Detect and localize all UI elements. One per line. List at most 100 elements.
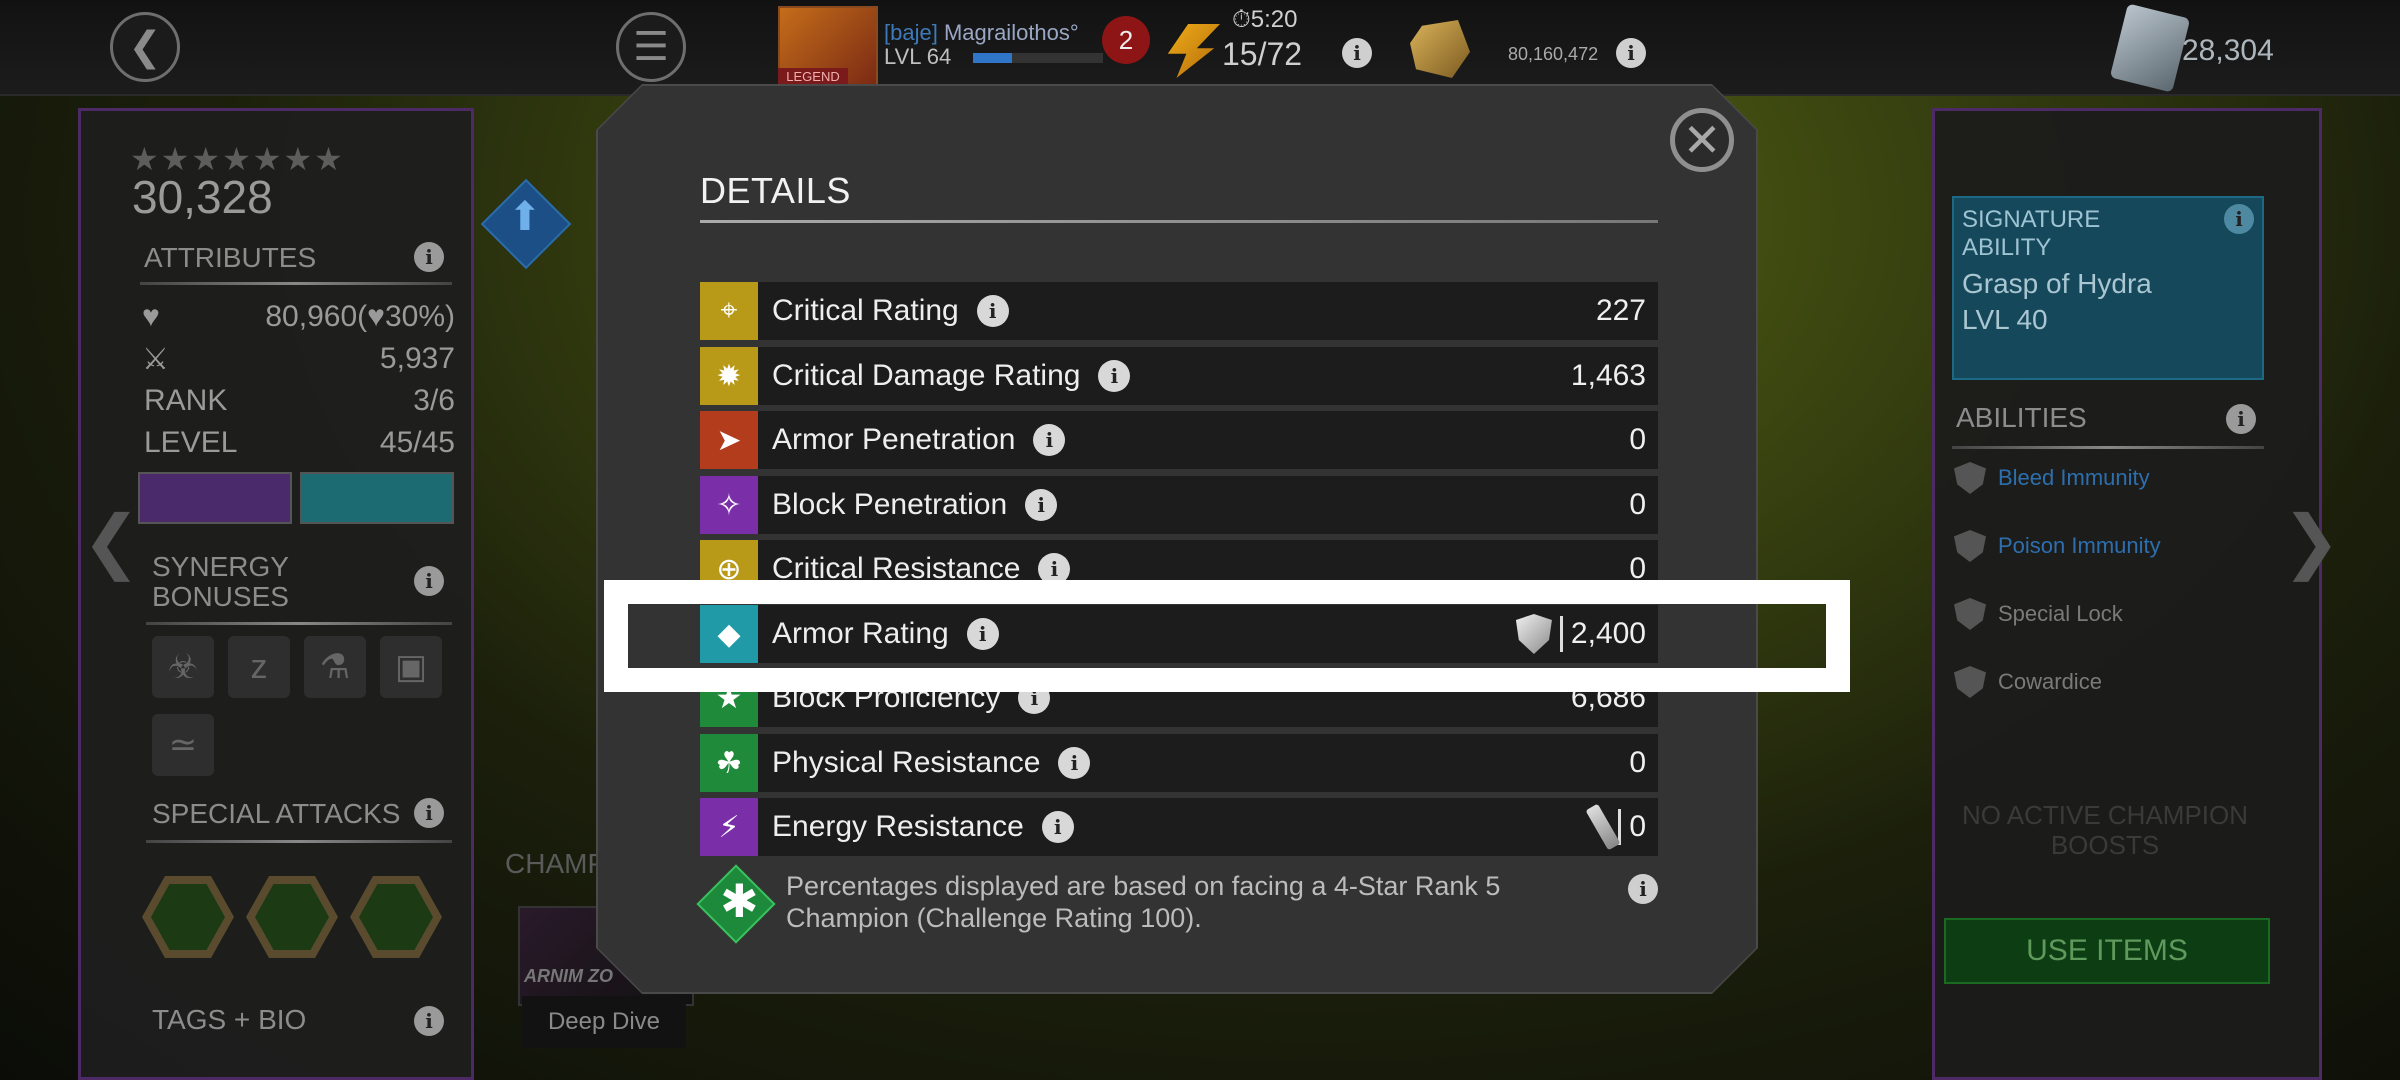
dna-synergy-icon[interactable]: ≃: [152, 714, 214, 776]
ability-icon: [1954, 462, 1986, 494]
signature-level: LVL 40: [1962, 304, 2048, 335]
synergy-title: SYNERGY BONUSES: [152, 551, 289, 612]
stat-value: 0: [1585, 803, 1646, 851]
ability-item[interactable]: Bleed Immunity: [1954, 462, 2150, 494]
stat-info-icon[interactable]: i: [976, 295, 1009, 327]
prev-champion-arrow-icon[interactable]: ❮: [82, 500, 141, 582]
stat-row: ✹ Critical Damage Rating i 1,463: [700, 347, 1658, 405]
close-icon[interactable]: ✕: [1670, 108, 1734, 172]
champions-label: CHAMP: [505, 848, 607, 879]
stat-number: 227: [1595, 294, 1646, 327]
details-divider: [700, 220, 1658, 223]
stat-value: 227: [1596, 294, 1646, 328]
special-attacks-info-icon[interactable]: i: [414, 798, 444, 828]
ability-icon: [1954, 666, 1986, 698]
special-attacks-title: SPECIAL ATTACKS: [152, 798, 401, 829]
stat-value: 1,463: [1571, 359, 1646, 393]
signature-title: SIGNATURE ABILITY: [1962, 206, 2101, 261]
abilities-title: ABILITIES: [1956, 402, 2087, 433]
energy-timer: ⏱5:20: [1232, 6, 1298, 33]
ability-label: Special Lock: [1998, 601, 2123, 626]
stat-value: 0: [1629, 746, 1646, 780]
stat-info-icon[interactable]: i: [1025, 489, 1058, 521]
attack-value: 5,937: [379, 342, 455, 375]
synergy-info-icon[interactable]: i: [414, 566, 444, 596]
divider: [140, 282, 452, 285]
ability-icon: [1954, 598, 1986, 630]
burst-icon: ✹: [700, 347, 758, 405]
flask-synergy-icon[interactable]: ⚗: [304, 636, 366, 698]
level-label: LEVEL: [144, 426, 238, 459]
tags-info-icon[interactable]: i: [414, 1006, 444, 1036]
health-value: 80,960(♥30%): [265, 300, 455, 333]
physical-resist-icon: ☘: [700, 734, 758, 792]
stat-info-icon[interactable]: i: [1041, 811, 1074, 843]
stat-info-icon[interactable]: i: [1058, 747, 1091, 779]
signature-info-icon[interactable]: i: [2224, 204, 2254, 234]
health-icon: ♥: [142, 300, 160, 333]
footnote-text: Percentages displayed are based on facin…: [786, 871, 1501, 933]
stat-value: 0: [1629, 488, 1646, 522]
stat-row: ☘ Physical Resistance i 0: [700, 734, 1658, 792]
xp-fill: [973, 53, 1012, 63]
xp-bar: [973, 53, 1103, 63]
menu-button[interactable]: ☰: [616, 12, 686, 82]
class-tile-mystic[interactable]: [138, 472, 292, 524]
footnote-info-icon[interactable]: i: [1628, 874, 1658, 904]
deep-dive-button[interactable]: Deep Dive: [522, 996, 686, 1048]
attributes-info-icon[interactable]: i: [414, 242, 444, 272]
stat-info-icon[interactable]: i: [1098, 360, 1131, 392]
divider: [1952, 446, 2264, 449]
gold-count: 80,160,472: [1508, 44, 1599, 64]
legend-tag: LEGEND: [778, 68, 848, 86]
menu-icon: ☰: [633, 25, 669, 69]
rank-value: 3/6: [413, 384, 455, 417]
gold-info-icon[interactable]: i: [1616, 38, 1646, 68]
ability-item[interactable]: Poison Immunity: [1954, 530, 2161, 562]
hydra-synergy-icon[interactable]: ☣: [152, 636, 214, 698]
abilities-info-icon[interactable]: i: [2226, 404, 2256, 434]
stat-info-icon[interactable]: i: [1033, 424, 1066, 456]
divider: [146, 840, 452, 843]
stat-number: 0: [1629, 423, 1646, 456]
energy-resist-icon: ⚡: [700, 798, 758, 856]
sword-icon: [1585, 803, 1621, 851]
rank-label: RANK: [144, 384, 228, 417]
no-boosts-text: NO ACTIVE CHAMPION BOOSTS: [1961, 800, 2249, 860]
ability-item[interactable]: Cowardice: [1954, 666, 2102, 698]
ability-label: Cowardice: [1998, 669, 2102, 694]
player-name[interactable]: [baje] Magrailothos°: [884, 20, 1079, 46]
stat-label: Critical Damage Rating: [772, 359, 1081, 392]
champion-card-name: ARNIM ZO: [524, 966, 613, 986]
ability-icon: [1954, 530, 1986, 562]
ability-item[interactable]: Special Lock: [1954, 598, 2123, 630]
use-items-button[interactable]: USE ITEMS: [1944, 918, 2270, 984]
asterisk-icon: ✱: [720, 875, 759, 927]
ability-label: Bleed Immunity: [1998, 465, 2150, 490]
level-value: 45/45: [379, 426, 455, 459]
energy-count: 15/72: [1222, 36, 1303, 72]
highlight-frame: [604, 580, 1850, 692]
back-button[interactable]: ❮: [110, 12, 180, 82]
class-tile-tech[interactable]: [300, 472, 454, 524]
energy-info-icon[interactable]: i: [1342, 38, 1372, 68]
upgrade-arrow-glyph: ⬆: [508, 195, 542, 239]
player-level: LVL 64: [884, 44, 952, 69]
divider: [146, 622, 452, 625]
stat-row: ⚡ Energy Resistance i 0: [700, 798, 1658, 856]
next-champion-arrow-icon[interactable]: ❯: [2282, 500, 2341, 582]
stat-label: Block Penetration: [772, 488, 1008, 521]
stat-number: 0: [1629, 810, 1646, 843]
sleep-synergy-icon[interactable]: z: [228, 636, 290, 698]
notification-badge[interactable]: 2: [1102, 16, 1150, 64]
robot-synergy-icon[interactable]: ▣: [380, 636, 442, 698]
top-bar: [0, 0, 2400, 96]
player-name-text: Magrailothos°: [943, 20, 1079, 45]
stat-number: 1,463: [1570, 359, 1646, 392]
stat-value: 0: [1629, 423, 1646, 457]
units-count: 28,304: [2182, 34, 2274, 67]
attack-icon: ⚔: [142, 343, 169, 376]
prestige-value: 30,328: [132, 171, 273, 223]
stat-row: ✧ Block Penetration i 0: [700, 476, 1658, 534]
block-pen-icon: ✧: [700, 476, 758, 534]
